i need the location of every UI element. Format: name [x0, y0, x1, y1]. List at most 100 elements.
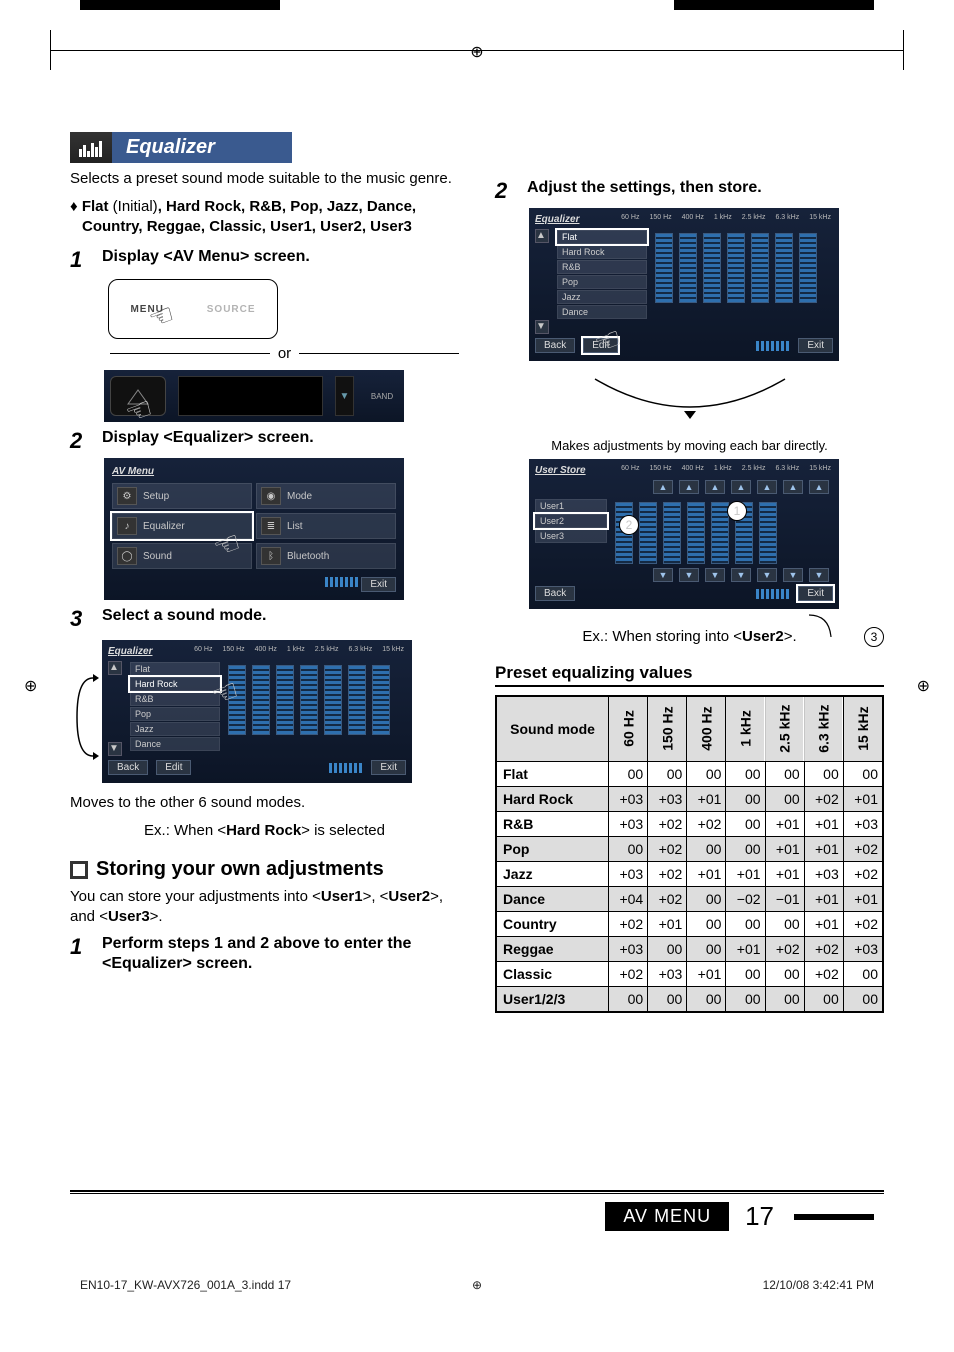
- cell: +01: [843, 886, 883, 911]
- col-400hz: 400 Hz: [687, 696, 726, 762]
- cell: +03: [843, 936, 883, 961]
- cell: 00: [726, 761, 765, 786]
- list-item: User3: [535, 529, 607, 543]
- step-number: 3: [70, 606, 92, 632]
- avmenu-title: AV Menu: [112, 466, 396, 477]
- cell: +01: [648, 911, 687, 936]
- col-1khz: 1 kHz: [726, 696, 765, 762]
- col-60hz: 60 Hz: [609, 696, 648, 762]
- row-name: Dance: [496, 886, 609, 911]
- col-soundmode: Sound mode: [496, 696, 609, 762]
- avmenu-screenshot: AV Menu ⚙Setup ◉Mode ♪Equalizer ≣List ◯S…: [104, 458, 404, 600]
- row-name: Country: [496, 911, 609, 936]
- list-item: Hard Rock: [557, 245, 647, 259]
- cell: +03: [609, 861, 648, 886]
- preset-table: Sound mode 60 Hz 150 Hz 400 Hz 1 kHz 2.5…: [495, 695, 884, 1013]
- cell: 00: [726, 986, 765, 1012]
- crop-tick: [50, 30, 51, 70]
- volume-icon: [329, 763, 363, 773]
- cell: +02: [648, 836, 687, 861]
- cell: +02: [648, 886, 687, 911]
- eq-bars: [613, 498, 833, 568]
- registration-mark: ⊕: [470, 42, 483, 62]
- equalizer-screenshot: Equalizer 60 Hz150 Hz400 Hz1 kHz2.5 kHz6…: [102, 640, 412, 783]
- subsection-heading: Storing your own adjustments: [70, 858, 459, 881]
- col-2-5khz: 2.5 kHz: [765, 696, 804, 762]
- step-text: Select a sound mode.: [102, 606, 459, 626]
- touchscreen-illustration: ▼ BAND ☜: [104, 370, 404, 422]
- cell: +01: [726, 936, 765, 961]
- cell: +02: [843, 911, 883, 936]
- scroll-arrows: ▲: [108, 661, 122, 752]
- row-name: Hard Rock: [496, 786, 609, 811]
- step-2: 2 Display <Equalizer> screen.: [70, 428, 459, 454]
- userstore-screenshot: User Store 60 Hz150 Hz400 Hz1 kHz2.5 kHz…: [529, 459, 839, 609]
- mode-list: Flat Hard Rock R&B Pop Jazz Dance: [557, 229, 647, 320]
- cell: +01: [843, 786, 883, 811]
- col-150hz: 150 Hz: [648, 696, 687, 762]
- cell: +02: [609, 911, 648, 936]
- equalizer-screenshot-adjust: Equalizer 60 Hz150 Hz400 Hz1 kHz2.5 kHz6…: [529, 208, 839, 361]
- exit-button: Exit: [361, 577, 396, 592]
- bluetooth-icon: ᛒ: [261, 547, 281, 565]
- cell: +02: [804, 961, 843, 986]
- cell: 00: [765, 786, 804, 811]
- cell: +03: [609, 936, 648, 961]
- menu-bluetooth: ᛒBluetooth: [256, 543, 396, 569]
- step-text: Display <Equalizer> screen.: [102, 428, 459, 448]
- cell: +03: [648, 786, 687, 811]
- cell: +01: [687, 961, 726, 986]
- cell: +01: [804, 836, 843, 861]
- cell: −01: [765, 886, 804, 911]
- or-text: or: [278, 345, 291, 362]
- volume-icon: [325, 577, 359, 587]
- cell: +04: [609, 886, 648, 911]
- eq-bars: [226, 661, 406, 739]
- table-heading: Preset equalizing values: [495, 663, 884, 687]
- cell: +01: [687, 861, 726, 886]
- cell: +03: [609, 786, 648, 811]
- cell: +03: [609, 811, 648, 836]
- equalizer-icon: [70, 132, 112, 163]
- crop-tick: [903, 30, 904, 70]
- cell: +02: [609, 961, 648, 986]
- eq-bars: [653, 229, 833, 307]
- cell: +03: [648, 961, 687, 986]
- example-note: Ex.: When <Hard Rock> is selected: [70, 821, 459, 841]
- cell: 00: [648, 986, 687, 1012]
- freq-header: 60 Hz150 Hz400 Hz1 kHz2.5 kHz6.3 kHz15 k…: [194, 646, 404, 653]
- step-1: 1 Display <AV Menu> screen.: [70, 247, 459, 273]
- table-row: Country+02+01000000+01+02: [496, 911, 883, 936]
- callout-2: 2: [619, 515, 639, 535]
- remote-illustration: MENU SOURCE ☜: [108, 279, 278, 339]
- page-footer: AV MENU 17: [605, 1201, 874, 1232]
- exit-button: Exit: [798, 586, 833, 601]
- mode-list: Flat Hard Rock R&B Pop Jazz Dance: [130, 661, 220, 752]
- cell: +01: [804, 811, 843, 836]
- list-icon: ≣: [261, 517, 281, 535]
- list-item: User2: [535, 514, 607, 528]
- cell: 00: [726, 811, 765, 836]
- list-item: Pop: [557, 275, 647, 289]
- list-item: R&B: [130, 692, 220, 706]
- menu-setup: ⚙Setup: [112, 483, 252, 509]
- page-number: 17: [745, 1201, 774, 1232]
- cell: +02: [804, 936, 843, 961]
- cell: 00: [765, 911, 804, 936]
- imprint-file: EN10-17_KW-AVX726_001A_3.indd 17: [80, 1278, 291, 1292]
- step-number: 1: [70, 247, 92, 273]
- cell: +01: [765, 811, 804, 836]
- menu-label: Sound: [143, 551, 172, 562]
- menu-equalizer: ♪Equalizer: [112, 513, 252, 539]
- cell: +03: [843, 811, 883, 836]
- edit-button: Edit: [156, 760, 191, 775]
- cell: +01: [765, 836, 804, 861]
- down-arrow: ▼: [535, 320, 549, 334]
- section-header: Equalizer: [70, 132, 459, 163]
- cell: 00: [687, 761, 726, 786]
- step-number: 2: [495, 178, 517, 204]
- storing-step-1: 1 Perform steps 1 and 2 above to enter t…: [70, 934, 459, 974]
- mode-icon: ◉: [261, 487, 281, 505]
- exit-button: Exit: [798, 338, 833, 353]
- back-button: Back: [108, 760, 148, 775]
